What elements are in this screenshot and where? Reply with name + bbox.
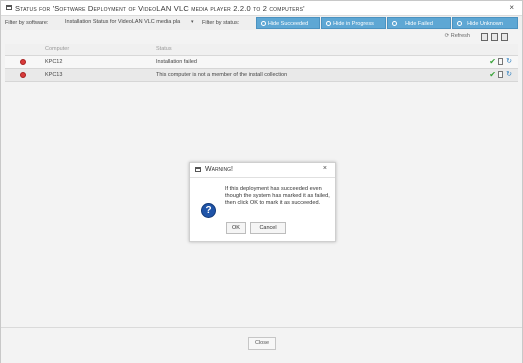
- status-cell: This computer is not a member of the ins…: [156, 72, 288, 78]
- refresh-button[interactable]: ⟳ Refresh: [445, 33, 470, 39]
- error-icon: [20, 59, 26, 65]
- dialog-header: Warning! ×: [190, 163, 335, 178]
- hide-in-progress-label: Hide in Progress: [333, 21, 374, 27]
- dialog-window-icon: [195, 167, 201, 172]
- retry-icon[interactable]: ↻: [506, 57, 512, 65]
- print-icon[interactable]: [491, 33, 498, 41]
- ok-button[interactable]: OK: [226, 222, 246, 234]
- close-button[interactable]: Close: [248, 337, 276, 350]
- warning-dialog: Warning! × ? If this deployment has succ…: [189, 162, 336, 242]
- window-footer: Close: [1, 327, 522, 363]
- retry-icon[interactable]: ↻: [506, 70, 512, 78]
- filter-bar: Filter by software: Installation Status …: [1, 16, 522, 30]
- window-title: Status for 'Software Deployment of Video…: [15, 4, 305, 13]
- hide-succeeded-label: Hide Succeeded: [267, 21, 309, 27]
- chevron-down-icon[interactable]: ▾: [191, 19, 194, 25]
- table-row[interactable]: KPC13 This computer is not a member of t…: [5, 69, 518, 82]
- window-icon: [6, 5, 12, 10]
- hide-failed-button[interactable]: Hide Failed: [387, 17, 451, 29]
- export-icon[interactable]: [481, 33, 488, 41]
- log-icon[interactable]: [498, 58, 503, 65]
- column-computer[interactable]: Computer: [45, 46, 69, 52]
- window-titlebar: Status for 'Software Deployment of Video…: [1, 1, 522, 16]
- computer-cell: KPC13: [45, 72, 63, 78]
- status-filter-label: Filter by status:: [202, 20, 240, 26]
- grid-toolbar: ⟳ Refresh: [1, 31, 522, 43]
- hide-unknown-label: Hide Unknown: [467, 21, 503, 27]
- computer-cell: KPC12: [45, 59, 63, 65]
- table-row[interactable]: KPC12 Installation failed ✔ ↻: [5, 56, 518, 69]
- hide-failed-label: Hide Failed: [405, 21, 433, 27]
- status-cell: Installation failed: [156, 59, 197, 65]
- cancel-button[interactable]: Cancel: [250, 222, 286, 234]
- dialog-close-icon[interactable]: ×: [323, 165, 327, 172]
- hide-succeeded-button[interactable]: Hide Succeeded: [256, 17, 320, 29]
- hide-unknown-button[interactable]: Hide Unknown: [452, 17, 518, 29]
- column-status[interactable]: Status: [156, 46, 172, 52]
- refresh-label: Refresh: [450, 33, 470, 39]
- mark-succeeded-icon[interactable]: ✔: [489, 57, 496, 66]
- software-filter-label: Filter by software:: [5, 20, 49, 26]
- hide-in-progress-button[interactable]: Hide in Progress: [321, 17, 386, 29]
- dialog-title: Warning!: [205, 166, 233, 173]
- question-icon: ?: [201, 203, 216, 218]
- grid-header: Computer Status: [5, 44, 518, 56]
- report-icon[interactable]: [501, 33, 508, 41]
- mark-succeeded-icon[interactable]: ✔: [489, 70, 496, 79]
- software-filter-select[interactable]: Installation Status for VideoLAN VLC med…: [65, 19, 180, 25]
- log-icon[interactable]: [498, 71, 503, 78]
- window-close-icon[interactable]: ×: [509, 3, 514, 12]
- dialog-message: If this deployment has succeeded even th…: [225, 186, 330, 207]
- error-icon: [20, 72, 26, 78]
